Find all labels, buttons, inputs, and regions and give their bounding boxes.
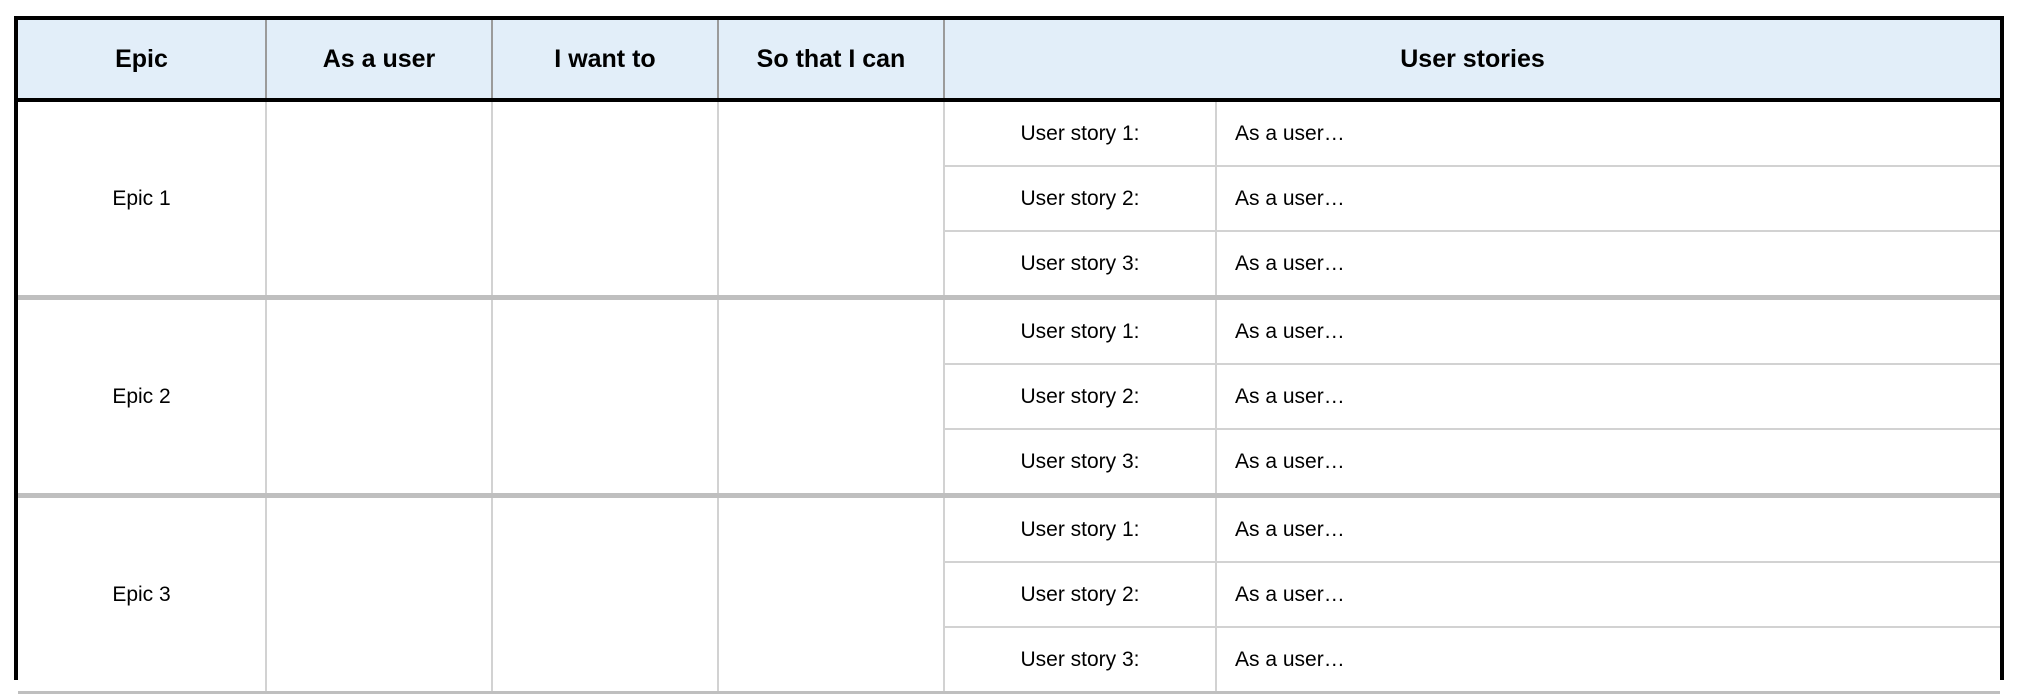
user-story-text[interactable]: As a user…: [1216, 627, 2000, 694]
page-canvas: Epic As a user I want to So that I can U…: [0, 0, 2018, 694]
column-header-epic[interactable]: Epic: [18, 20, 267, 102]
user-story-label[interactable]: User story 1:: [944, 100, 1217, 167]
column-header-as-a-user[interactable]: As a user: [266, 20, 493, 102]
user-story-text[interactable]: As a user…: [1216, 100, 2000, 167]
epic-cell[interactable]: Epic 2: [18, 295, 267, 497]
cell-i-want-to[interactable]: [492, 295, 719, 497]
user-story-label[interactable]: User story 1:: [944, 295, 1217, 365]
user-story-text[interactable]: As a user…: [1216, 295, 2000, 365]
header-row: Epic As a user I want to So that I can U…: [18, 20, 2000, 102]
user-story-label[interactable]: User story 1:: [944, 493, 1217, 563]
cell-so-that-i-can[interactable]: [718, 100, 945, 299]
user-story-text[interactable]: As a user…: [1216, 429, 2000, 497]
user-story-text[interactable]: As a user…: [1216, 166, 2000, 232]
cell-as-a-user[interactable]: [266, 100, 493, 299]
user-story-label[interactable]: User story 3:: [944, 627, 1217, 694]
cell-as-a-user[interactable]: [266, 493, 493, 694]
user-story-table: Epic As a user I want to So that I can U…: [14, 16, 2004, 694]
user-story-text[interactable]: As a user…: [1216, 493, 2000, 563]
cell-as-a-user[interactable]: [266, 295, 493, 497]
column-header-so-that-i-can[interactable]: So that I can: [718, 20, 945, 102]
user-story-text[interactable]: As a user…: [1216, 562, 2000, 628]
table-row: Epic 1 User story 1: As a user…: [18, 100, 2000, 299]
table-header: Epic As a user I want to So that I can U…: [18, 20, 2000, 102]
cell-i-want-to[interactable]: [492, 493, 719, 694]
user-story-label[interactable]: User story 2:: [944, 562, 1217, 628]
table-body: Epic 1 User story 1: As a user… User story …: [18, 100, 2000, 694]
cell-i-want-to[interactable]: [492, 100, 719, 299]
epic-cell[interactable]: Epic 3: [18, 493, 267, 694]
user-story-label[interactable]: User story 3:: [944, 231, 1217, 299]
cell-so-that-i-can[interactable]: [718, 493, 945, 694]
user-story-label[interactable]: User story 2:: [944, 364, 1217, 430]
user-story-label[interactable]: User story 3:: [944, 429, 1217, 497]
table-row: Epic 3 User story 1: As a user…: [18, 493, 2000, 694]
user-story-label[interactable]: User story 2:: [944, 166, 1217, 232]
story-mapping-table: Epic As a user I want to So that I can U…: [18, 20, 2000, 694]
column-header-user-stories[interactable]: User stories: [944, 20, 2000, 102]
epic-cell[interactable]: Epic 1: [18, 100, 267, 299]
table-row: Epic 2 User story 1: As a user…: [18, 295, 2000, 497]
cell-so-that-i-can[interactable]: [718, 295, 945, 497]
column-header-i-want-to[interactable]: I want to: [492, 20, 719, 102]
user-story-text[interactable]: As a user…: [1216, 231, 2000, 299]
user-story-text[interactable]: As a user…: [1216, 364, 2000, 430]
